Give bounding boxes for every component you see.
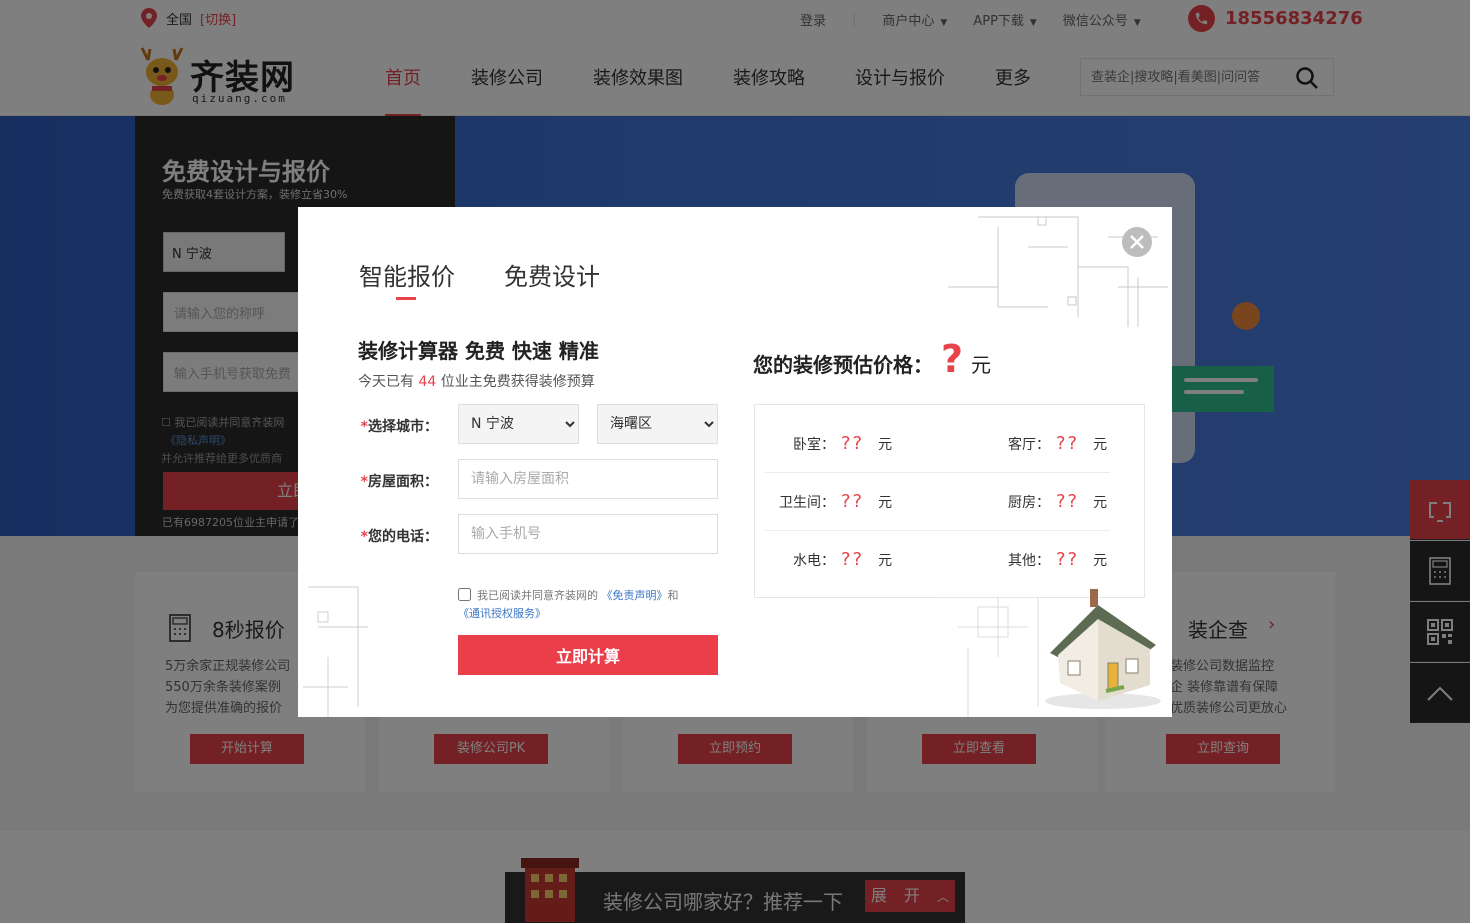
price-unit: 元 — [1093, 553, 1108, 569]
price-label: 客厅： — [1008, 437, 1050, 453]
estimate-value: ? — [941, 337, 964, 381]
active-tab-indicator — [396, 297, 416, 300]
price-unit: 元 — [1093, 495, 1108, 511]
city-label-text: 选择城市： — [368, 419, 438, 435]
price-label: 卫生间： — [779, 495, 835, 511]
tab-smart-quote[interactable]: 智能报价 — [359, 257, 455, 292]
price-unit: 元 — [878, 495, 893, 511]
price-value: ?? — [841, 433, 865, 454]
price-item-bedroom: 卧室：?? 元 — [793, 433, 892, 454]
price-label: 其他： — [1008, 553, 1050, 569]
area-label-text: 房屋面积： — [368, 474, 438, 490]
phone-input[interactable] — [458, 514, 718, 554]
blueprint-sketch-decoration — [303, 586, 368, 717]
calculator-heading: 装修计算器 免费 快速 精准 — [358, 339, 599, 363]
price-value: ?? — [1056, 549, 1080, 570]
estimate-label: 您的装修预估价格： — [753, 353, 933, 377]
estimate-title: 您的装修预估价格： ? 元 — [753, 337, 991, 381]
price-item-other: 其他：?? 元 — [1008, 549, 1107, 570]
area-label: *房屋面积： — [358, 471, 438, 491]
district-select[interactable]: 海曙区 — [597, 404, 718, 444]
phone-label: *您的电话： — [358, 526, 438, 546]
price-item-bathroom: 卫生间：?? 元 — [779, 491, 892, 512]
price-item-kitchen: 厨房：?? 元 — [1008, 491, 1107, 512]
price-row: 水电：?? 元 其他：?? 元 — [765, 531, 1110, 589]
price-unit: 元 — [1093, 437, 1108, 453]
price-unit: 元 — [878, 437, 893, 453]
price-row: 卫生间：?? 元 厨房：?? 元 — [765, 473, 1110, 531]
close-button[interactable] — [1122, 227, 1152, 257]
price-row: 卧室：?? 元 客厅：?? 元 — [765, 415, 1110, 473]
price-item-utilities: 水电：?? 元 — [793, 549, 892, 570]
price-value: ?? — [1056, 491, 1080, 512]
subtitle-count: 44 — [418, 374, 437, 390]
agree-and: 和 — [667, 589, 679, 602]
calculator-subtitle: 今天已有 44 位业主免费获得装修预算 — [358, 371, 595, 391]
price-unit: 元 — [878, 553, 893, 569]
agree-text: 我已阅读并同意齐装网的 — [477, 589, 598, 602]
price-value: ?? — [841, 549, 865, 570]
agree-checkbox[interactable] — [458, 588, 471, 601]
estimate-unit: 元 — [971, 353, 992, 377]
subtitle-prefix: 今天已有 — [358, 374, 414, 390]
city-select[interactable]: N 宁波 — [458, 404, 579, 444]
calculate-button[interactable]: 立即计算 — [458, 635, 718, 675]
area-input[interactable] — [458, 459, 718, 499]
required-mark: * — [360, 419, 368, 435]
price-value: ?? — [1056, 433, 1080, 454]
subtitle-suffix: 位业主免费获得装修预算 — [440, 374, 595, 390]
agreement: 我已阅读并同意齐装网的 《免责声明》和 《通讯授权服务》 — [458, 587, 718, 623]
city-label: *选择城市： — [358, 416, 438, 436]
price-item-living-room: 客厅：?? 元 — [1008, 433, 1107, 454]
price-label: 卧室： — [793, 437, 835, 453]
price-breakdown: 卧室：?? 元 客厅：?? 元 卫生间：?? 元 厨房：?? 元 水电：?? 元 其他：?… — [754, 404, 1145, 598]
required-mark: * — [360, 529, 368, 545]
price-value: ?? — [841, 491, 865, 512]
price-label: 厨房： — [1008, 495, 1050, 511]
price-label: 水电： — [793, 553, 835, 569]
authorization-link[interactable]: 《通讯授权服务》 — [458, 607, 546, 620]
disclaimer-link[interactable]: 《免责声明》 — [602, 589, 668, 602]
close-icon — [1130, 235, 1144, 249]
phone-label-text: 您的电话： — [368, 529, 438, 545]
house-illustration — [1045, 589, 1161, 709]
required-mark: * — [360, 474, 368, 490]
quote-modal: 智能报价 免费设计 装修计算器 免费 快速 精准 今天已有 44 位业主免费获得… — [298, 207, 1172, 717]
tab-free-design[interactable]: 免费设计 — [504, 257, 600, 292]
